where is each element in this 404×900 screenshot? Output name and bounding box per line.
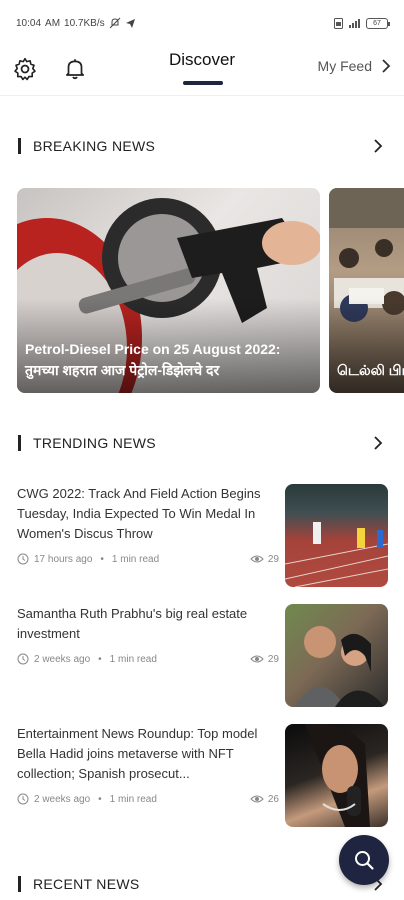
meta-separator: • [100, 553, 104, 565]
trending-news-item[interactable]: CWG 2022: Track And Field Action Begins … [17, 484, 388, 588]
status-right: 67 [334, 17, 390, 29]
bell-icon[interactable] [62, 56, 88, 82]
breaking-news-card-title: Petrol-Diesel Price on 25 August 2022: त… [25, 341, 281, 378]
read-time: 1 min read [111, 553, 160, 565]
trending-news-text: CWG 2022: Track And Field Action Begins … [17, 484, 275, 544]
meta-separator: • [98, 793, 102, 805]
trending-news-headline: Samantha Ruth Prabhu's big real estate i… [17, 606, 248, 641]
tab-discover[interactable]: Discover [162, 50, 242, 70]
trending-news-thumbnail[interactable] [285, 484, 388, 587]
status-bar: 10:04 AM 10.7KB/s 67 [0, 0, 404, 46]
breaking-news-carousel[interactable]: Petrol-Diesel Price on 25 August 2022: त… [17, 188, 404, 393]
model-image [305, 724, 370, 827]
section-marker [18, 138, 21, 154]
status-left: 10:04 AM 10.7KB/s [16, 17, 136, 29]
tab-my-feed-label: My Feed [317, 58, 372, 74]
eye-icon [250, 555, 264, 563]
published-time: 2 weeks ago [34, 653, 91, 665]
read-time: 1 min read [109, 653, 157, 665]
trending-news-text: Entertainment News Roundup: Top model Be… [17, 724, 275, 784]
trending-news-meta: 2 weeks ago • 1 min read 29 [17, 653, 279, 665]
trending-news-headline: Entertainment News Roundup: Top model Be… [17, 726, 258, 781]
status-ampm: AM [45, 17, 61, 29]
status-time: 10:04 [16, 17, 42, 29]
recent-news-title: RECENT NEWS [33, 876, 140, 892]
section-marker [18, 876, 21, 892]
search-icon [355, 851, 374, 870]
published-time: 17 hours ago [34, 553, 93, 565]
meta-separator: • [98, 653, 102, 665]
track-image [285, 522, 388, 587]
breaking-news-header: BREAKING NEWS [18, 134, 388, 158]
eye-icon [250, 655, 264, 663]
trending-news-meta: 2 weeks ago • 1 min read 26 [17, 793, 279, 805]
mute-icon [109, 17, 120, 29]
chevron-right-icon[interactable] [368, 136, 388, 156]
sim-icon [334, 17, 343, 29]
view-count: 29 [250, 554, 279, 565]
top-navigation: Discover My Feed [0, 46, 404, 96]
trending-news-item[interactable]: Entertainment News Roundup: Top model Be… [17, 724, 388, 828]
recent-news-header: RECENT NEWS [18, 872, 388, 896]
battery-icon: 67 [366, 17, 390, 29]
trending-news-item[interactable]: Samantha Ruth Prabhu's big real estate i… [17, 604, 388, 708]
published-time: 2 weeks ago [34, 793, 91, 805]
chevron-right-icon [382, 59, 391, 73]
clock-icon [17, 553, 29, 565]
view-count: 29 [250, 654, 279, 665]
trending-news-header: TRENDING NEWS [18, 431, 388, 455]
breaking-news-card-title: டெல்லி பிடித்த [337, 362, 404, 378]
send-icon [125, 18, 135, 28]
view-count-value: 29 [267, 653, 279, 665]
tab-my-feed[interactable]: My Feed [318, 58, 392, 74]
search-button[interactable] [339, 835, 389, 885]
breaking-news-title: BREAKING NEWS [33, 138, 156, 154]
trending-news-text: Samantha Ruth Prabhu's big real estate i… [17, 604, 275, 644]
status-net-speed: 10.7KB/s [64, 17, 105, 29]
view-count-value: 29 [267, 553, 279, 565]
trending-news-thumbnail[interactable] [285, 724, 388, 827]
breaking-news-card[interactable]: டெல்லி பிடித்த [329, 188, 404, 393]
trending-news-title: TRENDING NEWS [33, 435, 156, 451]
signal-icon [349, 18, 360, 28]
view-count-value: 26 [267, 793, 279, 805]
trending-news-meta: 17 hours ago • 1 min read 29 [17, 553, 279, 565]
section-marker [18, 435, 21, 451]
breaking-news-card[interactable]: Petrol-Diesel Price on 25 August 2022: त… [17, 188, 320, 393]
gear-icon[interactable] [12, 56, 38, 82]
trending-news-thumbnail[interactable] [285, 604, 388, 707]
read-time: 1 min read [109, 793, 157, 805]
active-tab-indicator [183, 81, 223, 85]
chevron-right-icon[interactable] [368, 433, 388, 453]
view-count: 26 [250, 794, 279, 805]
clock-icon [17, 653, 29, 665]
trending-news-headline: CWG 2022: Track And Field Action Begins … [17, 486, 261, 541]
battery-level: 67 [373, 19, 381, 27]
clock-icon [17, 793, 29, 805]
couple-image [295, 626, 385, 707]
eye-icon [250, 795, 264, 803]
